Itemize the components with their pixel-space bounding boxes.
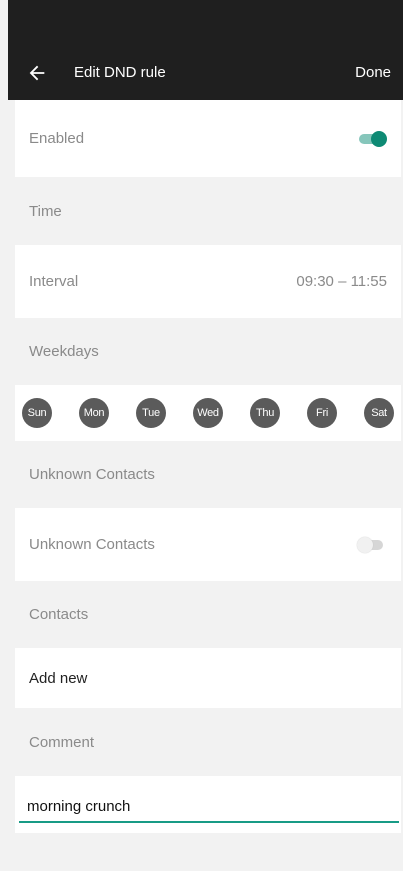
unknown-contacts-header-label: Unknown Contacts <box>29 466 155 483</box>
app-bar: Edit DND rule Done <box>8 0 403 100</box>
weekday-selector: Sun Mon Tue Wed Thu Fri Sat <box>15 385 401 441</box>
unknown-contacts-section-header: Unknown Contacts <box>15 441 401 508</box>
enabled-toggle[interactable] <box>355 130 389 148</box>
contacts-section-header: Contacts <box>15 581 401 648</box>
day-chip-fri[interactable]: Fri <box>307 398 337 428</box>
settings-list: Enabled Time Interval 09:30 – 11:55 Week… <box>15 100 401 833</box>
unknown-contacts-row[interactable]: Unknown Contacts <box>15 508 401 581</box>
day-chip-sun[interactable]: Sun <box>22 398 52 428</box>
enabled-row[interactable]: Enabled <box>15 100 401 177</box>
contacts-header-label: Contacts <box>29 606 89 623</box>
comment-row <box>15 776 401 833</box>
add-new-contact-row[interactable]: Add new <box>15 648 401 708</box>
day-chip-mon[interactable]: Mon <box>79 398 109 428</box>
toggle-knob <box>357 536 373 553</box>
interval-value: 09:30 – 11:55 <box>296 273 387 290</box>
enabled-label: Enabled <box>29 130 85 147</box>
weekdays-header-label: Weekdays <box>29 343 99 360</box>
comment-input[interactable] <box>19 798 399 823</box>
weekdays-section-header: Weekdays <box>15 318 401 385</box>
day-chip-sat[interactable]: Sat <box>364 398 394 428</box>
arrow-left-icon[interactable] <box>26 62 48 84</box>
page-title: Edit DND rule <box>74 64 166 81</box>
day-chip-wed[interactable]: Wed <box>193 398 223 428</box>
time-section-header: Time <box>15 177 401 245</box>
comment-header-label: Comment <box>29 733 95 751</box>
interval-row[interactable]: Interval 09:30 – 11:55 <box>15 245 401 318</box>
done-button[interactable]: Done <box>355 64 391 81</box>
unknown-contacts-label: Unknown Contacts <box>29 536 155 553</box>
toggle-knob <box>371 130 387 147</box>
day-chip-tue[interactable]: Tue <box>136 398 166 428</box>
unknown-contacts-toggle[interactable] <box>355 536 389 554</box>
day-chip-thu[interactable]: Thu <box>250 398 280 428</box>
add-new-button[interactable]: Add new <box>29 670 87 687</box>
interval-label: Interval <box>29 273 79 290</box>
comment-section-header: Comment <box>15 708 401 776</box>
time-header-label: Time <box>29 202 62 220</box>
